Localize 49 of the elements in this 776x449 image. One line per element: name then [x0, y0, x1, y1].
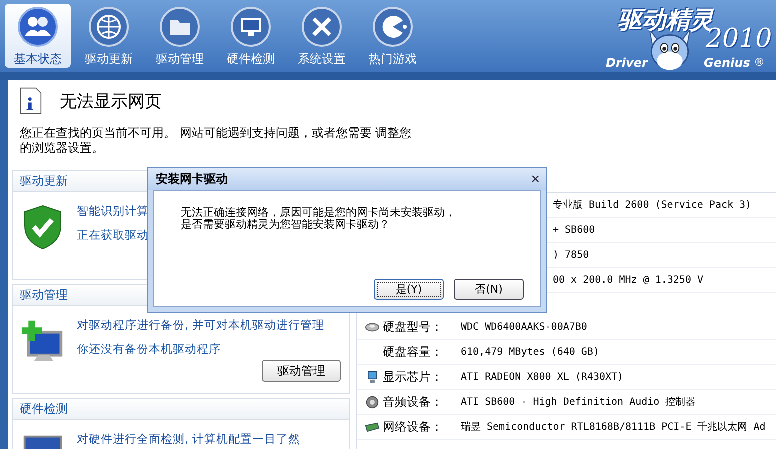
globe-icon — [89, 7, 129, 47]
dialog-message: 是否需要驱动精灵为您智能安装网卡驱动？ — [181, 219, 390, 231]
no-button[interactable]: 否(N) — [454, 279, 524, 300]
users-icon — [18, 7, 58, 47]
manage-button[interactable]: 驱动管理 — [262, 360, 341, 382]
panel-status: 你还没有备份本机驱动程序 — [77, 342, 221, 357]
info-value: 瑞昱 Semiconductor RTL8168B/8111B PCI-E 千兆以太网 Ad — [460, 420, 766, 434]
panel-description: 智能识别计算 — [77, 204, 149, 219]
pacman-icon — [373, 7, 413, 47]
dialog-message: 无法正确连接网络，原因可能是您的网卡尚未安装驱动， — [181, 207, 456, 219]
info-value: ) 7850 — [553, 250, 590, 260]
info-value: + SB600 — [553, 224, 596, 236]
logo-brand: Driver — [606, 56, 648, 70]
error-message: 您正在查找的页当前不可用。 网站可能遇到支持问题，或者您需要 调整您的浏览器设置。 — [20, 126, 413, 156]
info-label: 硬盘型号： — [383, 318, 444, 336]
info-value: ATI SB600 - High Definition Audio 控制器 — [460, 396, 696, 409]
computer-plus-icon — [21, 318, 65, 364]
info-label: 显示芯片： — [383, 368, 444, 386]
info-label: 音频设备： — [383, 394, 444, 410]
panel-description: 对驱动程序进行备份, 并可对本机驱动进行管理 — [77, 318, 324, 333]
panel-title: 硬件检测 — [20, 402, 68, 416]
close-button[interactable]: × — [529, 170, 542, 188]
panel-description: 对硬件进行全面检测, 计算机配置一目了然 — [77, 432, 300, 447]
monitor-icon — [231, 7, 271, 47]
trademark-sign: ® — [754, 56, 765, 69]
page-title: 无法显示网页 — [60, 90, 162, 112]
dialog-title: 安装网卡驱动 — [156, 170, 228, 188]
speaker-icon — [364, 396, 380, 408]
logo-brand: Genius — [704, 56, 750, 70]
info-value: 610,479 MBytes (640 GB) — [460, 346, 600, 358]
panel-title: 驱动更新 — [20, 174, 68, 188]
nav-tab[interactable]: 驱动管理 — [147, 4, 213, 68]
nav-tab[interactable]: 系统设置 — [289, 4, 355, 68]
yes-button[interactable]: 是(Y) — [374, 279, 444, 300]
hard-disk-icon — [364, 320, 380, 334]
info-icon — [20, 86, 42, 116]
info-value: ATI RADEON X800 XL (R430XT) — [460, 372, 624, 382]
network-card-icon — [364, 420, 380, 434]
info-label: 网络设备： — [383, 418, 444, 436]
folder-icon — [160, 7, 200, 47]
panel-title: 驱动管理 — [20, 288, 68, 302]
info-value: 00 x 200.0 MHz @ 1.3250 V — [553, 274, 704, 286]
nav-tab[interactable]: 基本状态 — [5, 4, 71, 68]
nav-tab[interactable]: 热门游戏 — [360, 4, 426, 68]
info-label: 硬盘容量： — [383, 344, 444, 360]
nav-tab[interactable]: 驱动更新 — [76, 4, 142, 68]
info-value: WDC WD6400AAKS-00A7B0 — [460, 322, 588, 332]
info-value: 专业版 Build 2600 (Service Pack 3) — [553, 198, 752, 212]
nav-tab[interactable]: 硬件检测 — [218, 4, 284, 68]
